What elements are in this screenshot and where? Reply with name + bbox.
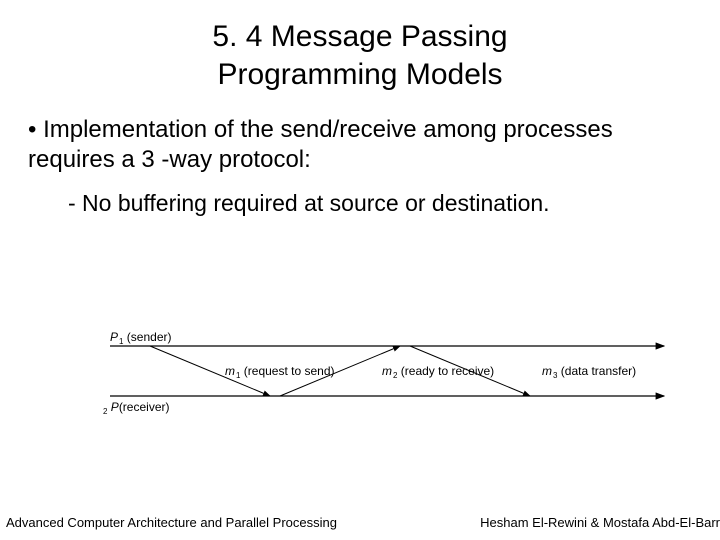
m2-letter: m [382, 364, 392, 378]
m3-letter: m [542, 364, 552, 378]
protocol-diagram: P1 (sender) m1 (request to send) m2 (rea… [110, 336, 680, 446]
title-line-1: 5. 4 Message Passing [212, 20, 507, 53]
label-m3: m3 (data transfer) [542, 364, 636, 380]
bullet-main: • Implementation of the send/receive amo… [0, 93, 720, 175]
m2-role: (ready to receive) [397, 364, 494, 378]
diagram-lines [110, 336, 680, 446]
label-m1: m1 (request to send) [225, 364, 335, 380]
p1-role: (sender) [123, 330, 171, 344]
p1-letter: P [110, 330, 118, 344]
footer-right: Hesham El-Rewini & Mostafa Abd-El-Barr [480, 515, 720, 530]
m1-letter: m [225, 364, 235, 378]
bullet-sub: - No buffering required at source or des… [0, 175, 720, 218]
p2-letter: P [111, 400, 119, 414]
label-p1: P1 (sender) [110, 330, 172, 346]
footer-left: Advanced Computer Architecture and Paral… [6, 515, 337, 530]
slide-title: 5. 4 Message Passing Programming Models [0, 0, 720, 93]
label-m2: m2 (ready to receive) [382, 364, 494, 380]
p2-sub: 2 [103, 407, 107, 416]
label-p2: 2 P(receiver) [102, 400, 169, 416]
m1-role: (request to send) [240, 364, 334, 378]
title-line-2: Programming Models [217, 58, 502, 91]
p2-role: (receiver) [119, 400, 170, 414]
m3-role: (data transfer) [557, 364, 636, 378]
slide-footer: Advanced Computer Architecture and Paral… [6, 515, 720, 530]
